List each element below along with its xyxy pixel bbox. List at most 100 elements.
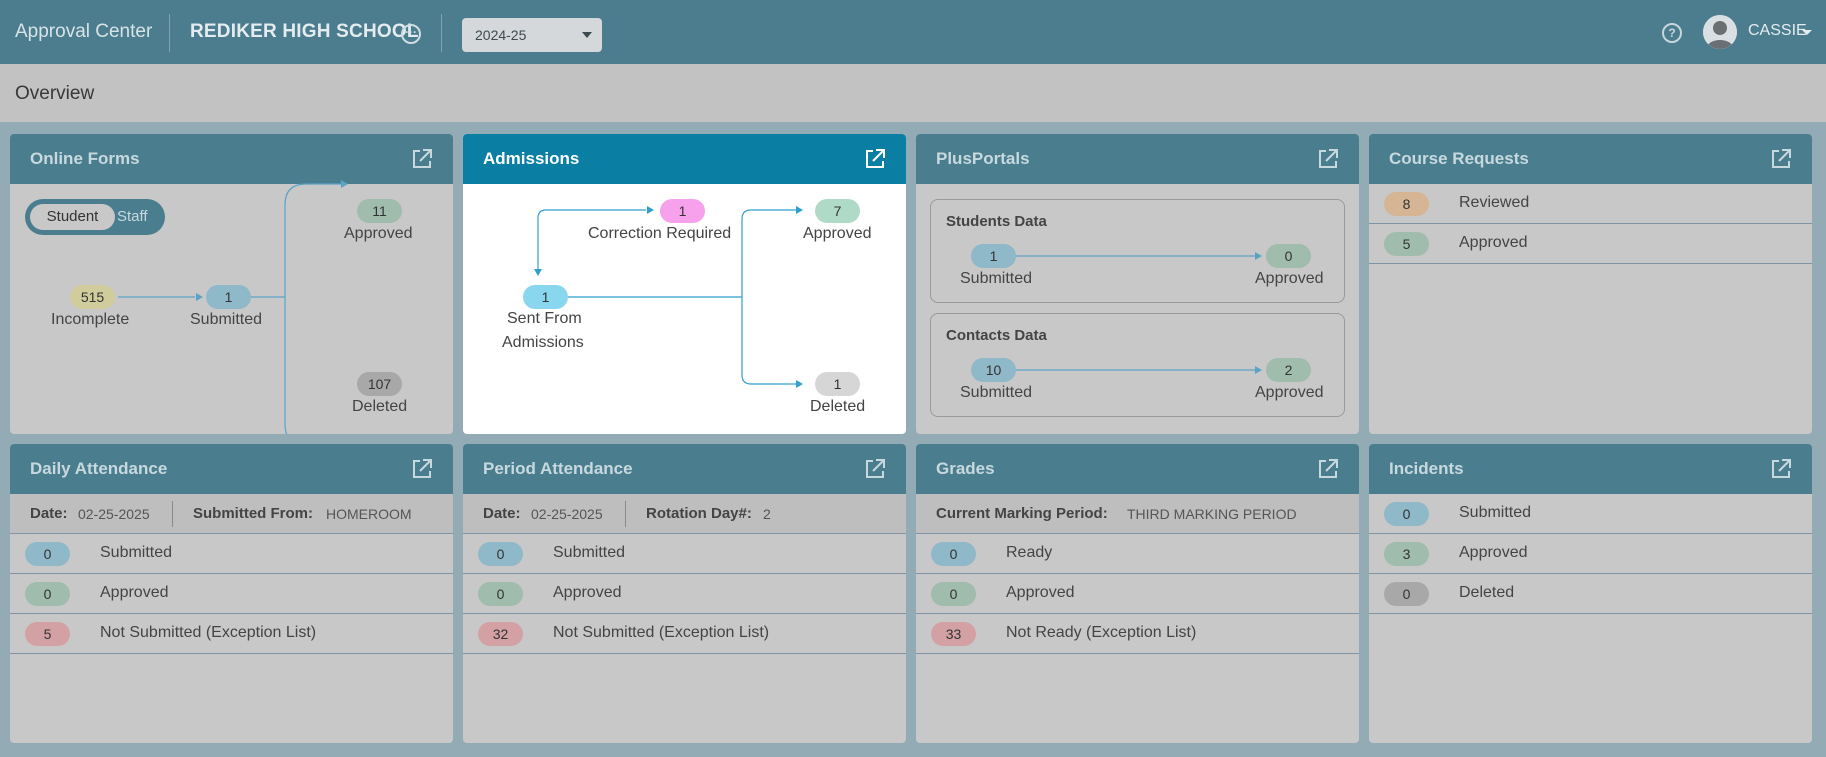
incomplete-label: Incomplete	[51, 311, 130, 328]
divider	[625, 501, 626, 527]
submitted-label: Submitted	[1459, 504, 1532, 521]
plusportals-card: PlusPortals Students Data 1 Submitted 0 …	[916, 134, 1359, 434]
school-year-select[interactable]: 2024-25	[462, 18, 602, 52]
admissions-card: Admissions 1 Correction Required 1 Sent …	[463, 134, 906, 434]
deleted-count[interactable]: 107	[357, 372, 402, 396]
filter-bar: Date: 02-25-2025 Submitted From: HOMEROO…	[10, 494, 453, 534]
students-approved-count[interactable]: 0	[1266, 244, 1311, 268]
more-icon[interactable]: ···	[401, 24, 421, 44]
incidents-card: Incidents 0 Submitted 3 Approved 0 Delet…	[1369, 444, 1812, 743]
ready-label: Ready	[1006, 544, 1053, 561]
approved-label: Approved	[1459, 544, 1528, 561]
submitted-count[interactable]: 1	[206, 285, 251, 309]
school-year-value: 2024-25	[475, 27, 527, 43]
not-submitted-count: 5	[25, 622, 70, 646]
list-item[interactable]: 0 Ready	[916, 534, 1359, 574]
students-submitted-label: Submitted	[960, 270, 1033, 287]
external-link-icon[interactable]	[1770, 148, 1792, 170]
list-item[interactable]: 32 Not Submitted (Exception List)	[463, 614, 906, 654]
marking-period-value: THIRD MARKING PERIOD	[1127, 506, 1297, 522]
list-item[interactable]: 5 Not Submitted (Exception List)	[10, 614, 453, 654]
chevron-down-icon[interactable]	[1802, 30, 1812, 35]
list-item[interactable]: 0 Deleted	[1369, 574, 1812, 614]
top-bar: Approval Center REDIKER HIGH SCHOOL ··· …	[0, 0, 1826, 64]
date-value: 02-25-2025	[78, 506, 150, 522]
avatar[interactable]	[1703, 15, 1737, 49]
submitted-count: 0	[478, 542, 523, 566]
external-link-icon[interactable]	[864, 458, 886, 480]
contacts-approved-count[interactable]: 2	[1266, 358, 1311, 382]
approved-count[interactable]: 11	[357, 199, 402, 223]
course-requests-card: Course Requests 8 Reviewed 5 Approved	[1369, 134, 1812, 434]
list-item[interactable]: 5 Approved	[1369, 224, 1812, 264]
external-link-icon[interactable]	[1317, 458, 1339, 480]
rotation-day-value: 2	[763, 506, 771, 522]
students-data-box: Students Data 1 Submitted 0 Approved	[930, 199, 1345, 303]
divider	[169, 14, 170, 52]
contacts-approved-label: Approved	[1255, 384, 1324, 401]
card-header: Grades	[916, 444, 1359, 494]
submitted-count: 0	[1384, 502, 1429, 526]
overview-bar: Overview	[0, 64, 1826, 122]
rotation-day-key: Rotation Day#:	[646, 505, 752, 522]
sent-count[interactable]: 1	[523, 285, 568, 309]
approved-label: Approved	[553, 584, 622, 601]
deleted-count: 0	[1384, 582, 1429, 606]
app-title[interactable]: Approval Center	[15, 21, 152, 43]
students-submitted-count[interactable]: 1	[971, 244, 1016, 268]
approved-count[interactable]: 7	[815, 199, 860, 223]
user-menu[interactable]: CASSIE	[1748, 22, 1807, 40]
submitted-from-key: Submitted From:	[193, 505, 313, 522]
chevron-down-icon	[582, 32, 592, 38]
card-header: PlusPortals	[916, 134, 1359, 184]
correction-label: Correction Required	[588, 225, 732, 242]
grades-card: Grades Current Marking Period: THIRD MAR…	[916, 444, 1359, 743]
approved-label: Approved	[344, 225, 413, 242]
list-item[interactable]: 3 Approved	[1369, 534, 1812, 574]
incomplete-count[interactable]: 515	[70, 285, 115, 309]
correction-count[interactable]: 1	[660, 199, 705, 223]
students-approved-label: Approved	[1255, 270, 1324, 287]
submitted-from-value: HOMEROOM	[326, 506, 412, 522]
sent-label-line2: Admissions	[502, 334, 584, 351]
list-item[interactable]: 0 Submitted	[463, 534, 906, 574]
list-item[interactable]: 0 Approved	[463, 574, 906, 614]
card-title: Course Requests	[1389, 149, 1529, 168]
deleted-label: Deleted	[810, 398, 866, 415]
list-item[interactable]: 8 Reviewed	[1369, 184, 1812, 224]
not-ready-count: 33	[931, 622, 976, 646]
list-item[interactable]: 33 Not Ready (Exception List)	[916, 614, 1359, 654]
card-title: PlusPortals	[936, 149, 1030, 168]
online-forms-card: Online Forms Student Staff 515 Incomplet…	[10, 134, 453, 434]
approved-count: 0	[25, 582, 70, 606]
card-title: Grades	[936, 459, 995, 478]
contacts-submitted-count[interactable]: 10	[971, 358, 1016, 382]
card-header: Period Attendance	[463, 444, 906, 494]
list-item[interactable]: 0 Submitted	[10, 534, 453, 574]
deleted-count[interactable]: 1	[815, 372, 860, 396]
approved-label: Approved	[1006, 584, 1075, 601]
deleted-label: Deleted	[1459, 584, 1515, 601]
user-avatar-icon	[1703, 15, 1737, 49]
not-submitted-label: Not Submitted (Exception List)	[553, 624, 770, 641]
approved-count: 3	[1384, 542, 1429, 566]
period-attendance-card: Period Attendance Date: 02-25-2025 Rotat…	[463, 444, 906, 743]
external-link-icon[interactable]	[1317, 148, 1339, 170]
list-item[interactable]: 0 Submitted	[1369, 494, 1812, 534]
card-title: Incidents	[1389, 459, 1464, 478]
list-item[interactable]: 0 Approved	[10, 574, 453, 614]
deleted-label: Deleted	[352, 398, 408, 415]
not-ready-label: Not Ready (Exception List)	[1006, 624, 1197, 641]
card-title: Period Attendance	[483, 459, 633, 478]
approved-count: 5	[1384, 232, 1429, 256]
list-item[interactable]: 0 Approved	[916, 574, 1359, 614]
external-link-icon[interactable]	[411, 458, 433, 480]
external-link-icon[interactable]	[1770, 458, 1792, 480]
card-header: Incidents	[1369, 444, 1812, 494]
divider	[172, 501, 173, 527]
not-submitted-label: Not Submitted (Exception List)	[100, 624, 317, 641]
approved-label: Approved	[803, 225, 872, 242]
help-icon[interactable]: ?	[1662, 23, 1682, 43]
submitted-count: 0	[25, 542, 70, 566]
approved-label: Approved	[1459, 234, 1528, 251]
